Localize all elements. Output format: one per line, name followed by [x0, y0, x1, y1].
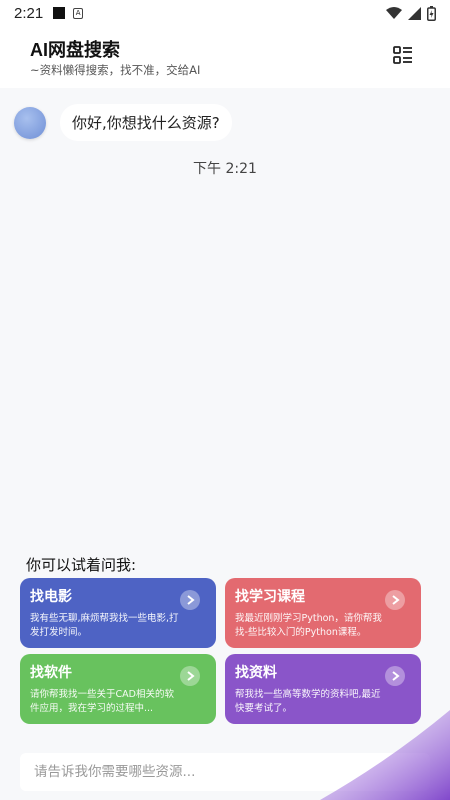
chevron-right-icon [385, 666, 405, 686]
suggestion-card-movie[interactable]: 找电影 我有些无聊,麻烦帮我找一些电影,打发打发时间。 [20, 578, 216, 648]
chat-message: 你好,你想找什么资源? [14, 104, 232, 141]
card-desc: 我最近刚刚学习Python，请你帮我找-些比较入门的Python课程。 [235, 613, 382, 638]
page-title: AI网盘搜索 [30, 40, 120, 60]
status-bar: 2:21 A [0, 0, 450, 26]
notification-a-icon: A [73, 7, 84, 19]
card-desc: 帮我找一些高等数学的资料吧,最近快要考试了。 [235, 689, 381, 714]
status-time: 2:21 [14, 4, 44, 22]
avatar [14, 106, 46, 139]
suggestion-card-materials[interactable]: 找资料 帮我找一些高等数学的资料吧,最近快要考试了。 [225, 654, 421, 724]
page-subtitle: ~资料懒得搜索，找不准，交给AI [30, 63, 201, 77]
suggestion-card-software[interactable]: 找软件 请你帮我找一些关于CAD相关的软件应用，我在学习的过程中... [20, 654, 216, 724]
search-input-bar [20, 753, 430, 791]
suggestions-label: 你可以试着问我: [26, 556, 137, 574]
search-input[interactable] [20, 753, 430, 791]
chevron-right-icon [180, 666, 200, 686]
list-menu-icon[interactable] [392, 44, 414, 66]
app-header: AI网盘搜索 ~资料懒得搜索，找不准，交给AI [0, 26, 450, 88]
signal-icon [408, 6, 421, 20]
notification-square-icon [53, 7, 66, 19]
status-right [386, 5, 436, 21]
wifi-icon [386, 6, 402, 19]
card-desc: 请你帮我找一些关于CAD相关的软件应用，我在学习的过程中... [30, 689, 174, 714]
greeting-bubble: 你好,你想找什么资源? [60, 104, 232, 141]
chevron-right-icon [385, 590, 405, 610]
chevron-right-icon [180, 590, 200, 610]
suggestion-card-course[interactable]: 找学习课程 我最近刚刚学习Python，请你帮我找-些比较入门的Python课程… [225, 578, 421, 648]
message-timestamp: 下午 2:21 [193, 161, 257, 177]
battery-icon [427, 5, 436, 21]
card-desc: 我有些无聊,麻烦帮我找一些电影,打发打发时间。 [30, 613, 179, 638]
